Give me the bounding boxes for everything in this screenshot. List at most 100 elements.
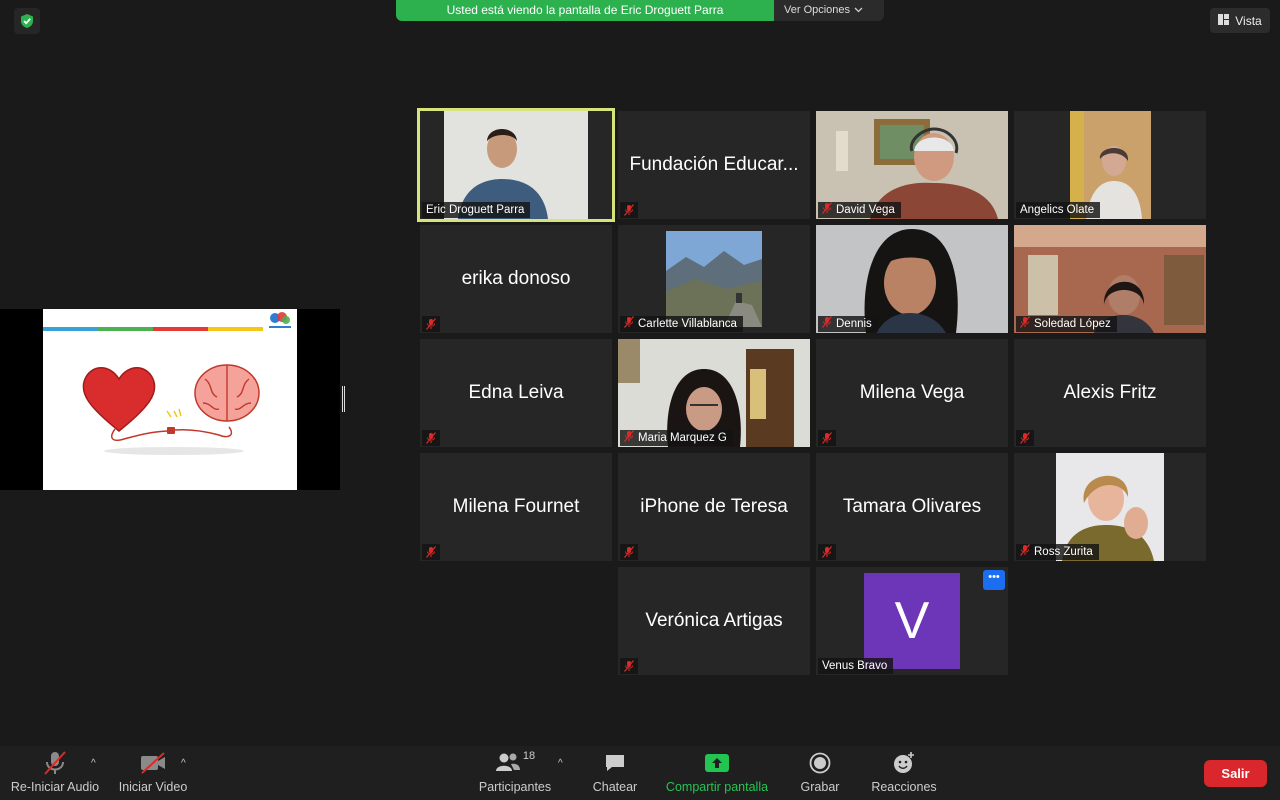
participant-name: Carlette Villablanca bbox=[638, 318, 737, 330]
participants-button[interactable]: 18 Participantes bbox=[478, 746, 552, 800]
participant-name: Milena Vega bbox=[859, 382, 965, 403]
participant-tile[interactable]: Ross Zurita bbox=[1014, 453, 1206, 561]
participant-tile[interactable]: Maria Marquez G bbox=[618, 339, 810, 447]
participant-name: Tamara Olivares bbox=[842, 496, 982, 517]
participant-tile[interactable]: V ••• Venus Bravo bbox=[816, 567, 1008, 675]
muted-microphone-icon bbox=[620, 202, 638, 218]
view-options-dropdown[interactable]: Ver Opciones bbox=[774, 0, 884, 21]
muted-microphone-icon bbox=[822, 315, 832, 333]
participant-name: Ross Zurita bbox=[1034, 546, 1093, 558]
participant-tile[interactable]: Eric Droguett Parra bbox=[417, 108, 615, 222]
chevron-down-icon bbox=[854, 0, 863, 21]
participant-video bbox=[666, 231, 762, 327]
record-button[interactable]: Grabar bbox=[796, 746, 844, 800]
participant-name-label: Angelics Olate bbox=[1016, 202, 1101, 218]
chat-icon bbox=[604, 750, 626, 776]
chat-label: Chatear bbox=[592, 780, 638, 794]
participants-label: Participantes bbox=[478, 780, 552, 794]
muted-microphone-icon bbox=[422, 316, 440, 332]
participants-icon bbox=[495, 752, 521, 775]
participant-tile[interactable]: Fundación Educar... bbox=[618, 111, 810, 219]
participant-name-label: Carlette Villablanca bbox=[620, 315, 743, 333]
muted-microphone-icon bbox=[818, 430, 836, 446]
leave-meeting-button[interactable]: Salir bbox=[1204, 760, 1267, 787]
participant-tile[interactable]: erika donoso bbox=[420, 225, 612, 333]
muted-microphone-icon bbox=[624, 429, 634, 447]
zoom-meeting-window: Usted está viendo la pantalla de Eric Dr… bbox=[0, 0, 1280, 800]
screen-share-banner: Usted está viendo la pantalla de Eric Dr… bbox=[396, 0, 884, 21]
screen-share-banner-text: Usted está viendo la pantalla de Eric Dr… bbox=[396, 0, 774, 21]
muted-microphone-icon bbox=[422, 430, 440, 446]
presentation-slide bbox=[43, 309, 297, 490]
participant-name-label: Dennis bbox=[818, 315, 878, 333]
participants-options-caret[interactable]: ^ bbox=[558, 758, 563, 769]
participant-avatar: V bbox=[864, 573, 960, 669]
participant-name: Soledad López bbox=[1034, 318, 1111, 330]
muted-microphone-icon bbox=[1020, 543, 1030, 561]
organization-logo bbox=[267, 311, 293, 331]
participant-name-label: David Vega bbox=[818, 201, 901, 219]
muted-microphone-icon bbox=[422, 544, 440, 560]
video-options-caret[interactable]: ^ bbox=[181, 758, 186, 769]
participant-name: Angelics Olate bbox=[1020, 204, 1095, 216]
view-button[interactable]: Vista bbox=[1210, 8, 1270, 33]
participant-name: Fundación Educar... bbox=[629, 154, 799, 175]
muted-microphone-icon bbox=[822, 201, 832, 219]
muted-microphone-icon bbox=[42, 750, 68, 776]
audio-options-caret[interactable]: ^ bbox=[91, 758, 96, 769]
participant-name-label: Soledad López bbox=[1016, 315, 1117, 333]
participant-name-label: Maria Marquez G bbox=[620, 429, 733, 447]
chat-button[interactable]: Chatear bbox=[588, 746, 642, 800]
muted-microphone-icon bbox=[1020, 315, 1030, 333]
participant-tile[interactable]: Dennis bbox=[816, 225, 1008, 333]
start-video-label: Iniciar Video bbox=[118, 780, 188, 794]
shared-screen[interactable] bbox=[0, 309, 340, 490]
participant-name: David Vega bbox=[836, 204, 895, 216]
participant-tile[interactable]: Soledad López bbox=[1014, 225, 1206, 333]
start-video-button[interactable]: Iniciar Video bbox=[118, 746, 188, 800]
muted-microphone-icon bbox=[624, 315, 634, 333]
split-view-drag-handle[interactable] bbox=[342, 386, 345, 412]
muted-microphone-icon bbox=[620, 544, 638, 560]
more-options-button[interactable]: ••• bbox=[983, 570, 1005, 590]
record-label: Grabar bbox=[800, 780, 840, 794]
heart-brain-illustration bbox=[79, 359, 269, 464]
participant-name-label: Eric Droguett Parra bbox=[422, 202, 531, 218]
participant-name: Verónica Artigas bbox=[645, 610, 783, 631]
participant-name: Dennis bbox=[836, 318, 872, 330]
muted-microphone-icon bbox=[620, 658, 638, 674]
participant-name: Eric Droguett Parra bbox=[426, 204, 525, 216]
video-off-icon bbox=[139, 750, 167, 776]
view-options-label: Ver Opciones bbox=[784, 4, 851, 16]
reactions-label: Reacciones bbox=[871, 780, 937, 794]
share-screen-label: Compartir pantalla bbox=[665, 780, 769, 794]
record-icon bbox=[809, 750, 831, 776]
participant-tile[interactable]: Tamara Olivares bbox=[816, 453, 1008, 561]
participants-count: 18 bbox=[522, 750, 536, 762]
participants-icon-group: 18 bbox=[495, 750, 535, 776]
join-audio-label: Re-Iniciar Audio bbox=[10, 780, 100, 794]
participant-tile[interactable]: Angelics Olate bbox=[1014, 111, 1206, 219]
participant-tile[interactable]: Alexis Fritz bbox=[1014, 339, 1206, 447]
participant-tile[interactable]: Milena Vega bbox=[816, 339, 1008, 447]
reactions-button[interactable]: Reacciones bbox=[868, 746, 940, 800]
participant-name: Maria Marquez G bbox=[638, 432, 727, 444]
participant-tile[interactable]: David Vega bbox=[816, 111, 1008, 219]
participant-name: erika donoso bbox=[461, 268, 571, 289]
join-audio-button[interactable]: Re-Iniciar Audio bbox=[10, 746, 100, 800]
participant-tile[interactable]: Edna Leiva bbox=[420, 339, 612, 447]
participant-name: Venus Bravo bbox=[822, 660, 888, 672]
view-button-label: Vista bbox=[1235, 13, 1262, 28]
participant-name: Edna Leiva bbox=[468, 382, 564, 403]
security-shield-icon[interactable] bbox=[14, 8, 40, 34]
share-screen-button[interactable]: Compartir pantalla bbox=[662, 746, 772, 800]
participant-tile[interactable]: Milena Fournet bbox=[420, 453, 612, 561]
participant-name: iPhone de Teresa bbox=[640, 496, 788, 517]
participant-name-label: Venus Bravo bbox=[818, 658, 894, 674]
participant-tile[interactable]: Verónica Artigas bbox=[618, 567, 810, 675]
participant-name-label: Ross Zurita bbox=[1016, 543, 1099, 561]
participant-tile[interactable]: iPhone de Teresa bbox=[618, 453, 810, 561]
muted-microphone-icon bbox=[818, 544, 836, 560]
participant-name: Milena Fournet bbox=[452, 496, 580, 517]
participant-tile[interactable]: Carlette Villablanca bbox=[618, 225, 810, 333]
